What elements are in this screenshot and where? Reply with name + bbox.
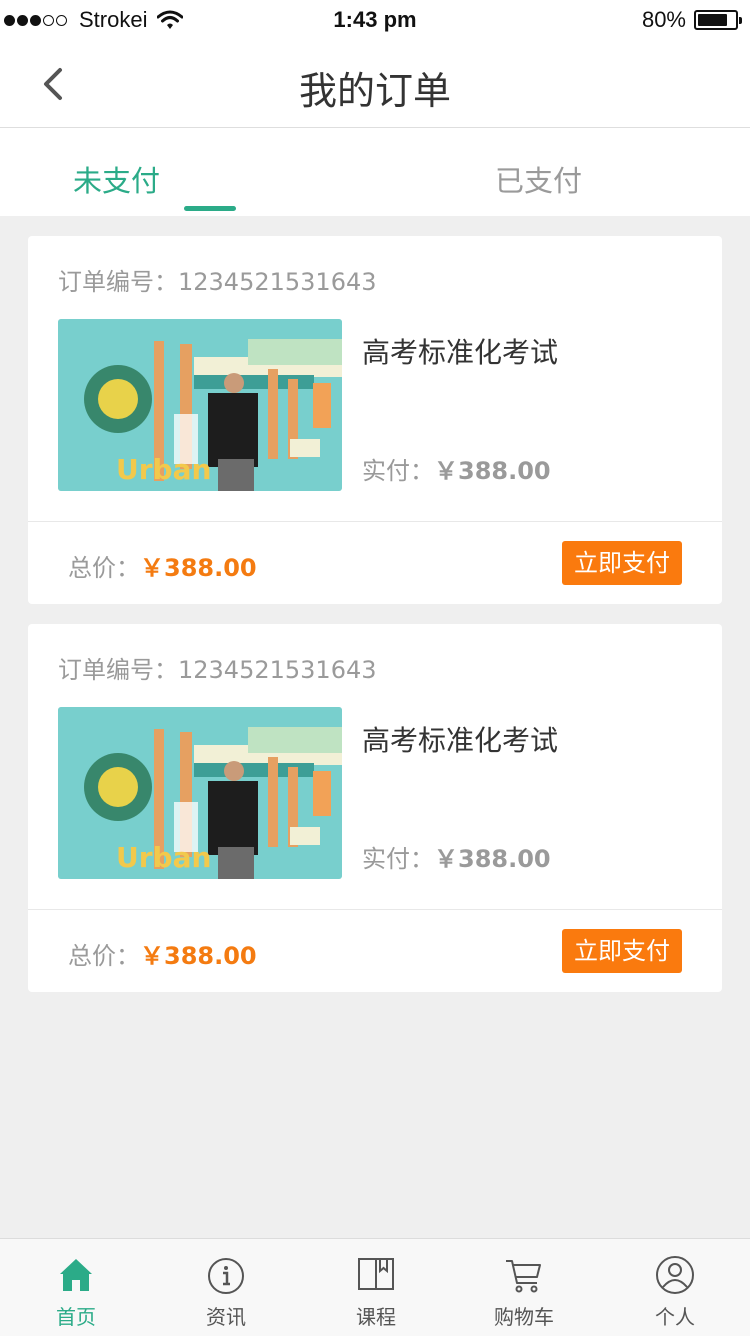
paid-amount: ￥388.00 xyxy=(434,457,551,485)
total-price-line: 总价：￥388.00 xyxy=(68,936,257,971)
battery-percent: 80% xyxy=(641,7,686,32)
paid-label: 实付： xyxy=(362,845,434,873)
total-amount: ￥388.00 xyxy=(140,554,257,582)
nav-bar: 我的订单 xyxy=(0,40,750,128)
tab-paid[interactable]: 已支付 xyxy=(351,128,726,216)
status-time: 1:43 pm xyxy=(333,7,417,32)
order-card: 订单编号：1234521531643 Urban 高考标准化考试 实付：￥388… xyxy=(28,624,722,992)
tab-bar-label: 资讯 xyxy=(206,1305,246,1329)
order-card: 订单编号：1234521531643 Urban 高考标准化考试 实付：￥388… xyxy=(28,236,722,604)
tab-bar-label: 购物车 xyxy=(494,1305,554,1329)
tab-bar-home[interactable]: 首页 xyxy=(1,1239,151,1336)
bottom-tab-bar: 首页 资讯 课程 购物车 个人 xyxy=(0,1238,750,1336)
course-thumbnail[interactable]: Urban xyxy=(58,319,342,491)
user-icon xyxy=(656,1256,694,1294)
divider xyxy=(28,521,722,522)
active-tab-indicator xyxy=(184,206,236,211)
tab-bar-label: 课程 xyxy=(356,1305,396,1329)
tab-bar-profile[interactable]: 个人 xyxy=(600,1239,750,1336)
tab-bar-courses[interactable]: 课程 xyxy=(301,1239,451,1336)
battery-icon xyxy=(694,10,742,30)
total-amount: ￥388.00 xyxy=(140,942,257,970)
paid-label: 实付： xyxy=(362,457,434,485)
tab-unpaid[interactable]: 未支付 xyxy=(23,128,398,216)
status-right: 80% xyxy=(641,7,742,33)
paid-amount-line: 实付：￥388.00 xyxy=(362,839,551,874)
total-label: 总价： xyxy=(68,554,140,582)
page-title: 我的订单 xyxy=(298,69,451,113)
tab-bar-news[interactable]: 资讯 xyxy=(151,1239,301,1336)
paid-amount: ￥388.00 xyxy=(434,845,551,873)
status-bar: Strokei 1:43 pm 80% xyxy=(0,0,750,40)
pay-now-button[interactable]: 立即支付 xyxy=(562,929,682,973)
tab-bar-label: 首页 xyxy=(56,1305,96,1329)
info-icon xyxy=(208,1258,244,1294)
total-label: 总价： xyxy=(68,942,140,970)
thumbnail-text: Urban xyxy=(116,453,211,486)
tab-label: 未支付 xyxy=(72,164,160,198)
thumbnail-text: Urban xyxy=(116,841,211,874)
course-title[interactable]: 高考标准化考试 xyxy=(362,719,558,759)
cart-icon xyxy=(506,1260,541,1293)
paid-amount-line: 实付：￥388.00 xyxy=(362,451,551,486)
tab-bar-label: 个人 xyxy=(655,1305,695,1329)
total-price-line: 总价：￥388.00 xyxy=(68,548,257,583)
order-number: 订单编号：1234521531643 xyxy=(58,656,377,684)
pay-now-button[interactable]: 立即支付 xyxy=(562,541,682,585)
tab-label: 已支付 xyxy=(494,164,582,198)
course-title[interactable]: 高考标准化考试 xyxy=(362,331,558,371)
tab-bar-cart[interactable]: 购物车 xyxy=(449,1239,599,1336)
order-number: 订单编号：1234521531643 xyxy=(58,268,377,296)
home-icon xyxy=(60,1259,92,1291)
course-thumbnail[interactable]: Urban xyxy=(58,707,342,879)
order-status-tabs: 未支付 已支付 xyxy=(0,128,750,216)
battery-level xyxy=(698,14,727,26)
book-icon xyxy=(358,1258,394,1290)
divider xyxy=(28,909,722,910)
